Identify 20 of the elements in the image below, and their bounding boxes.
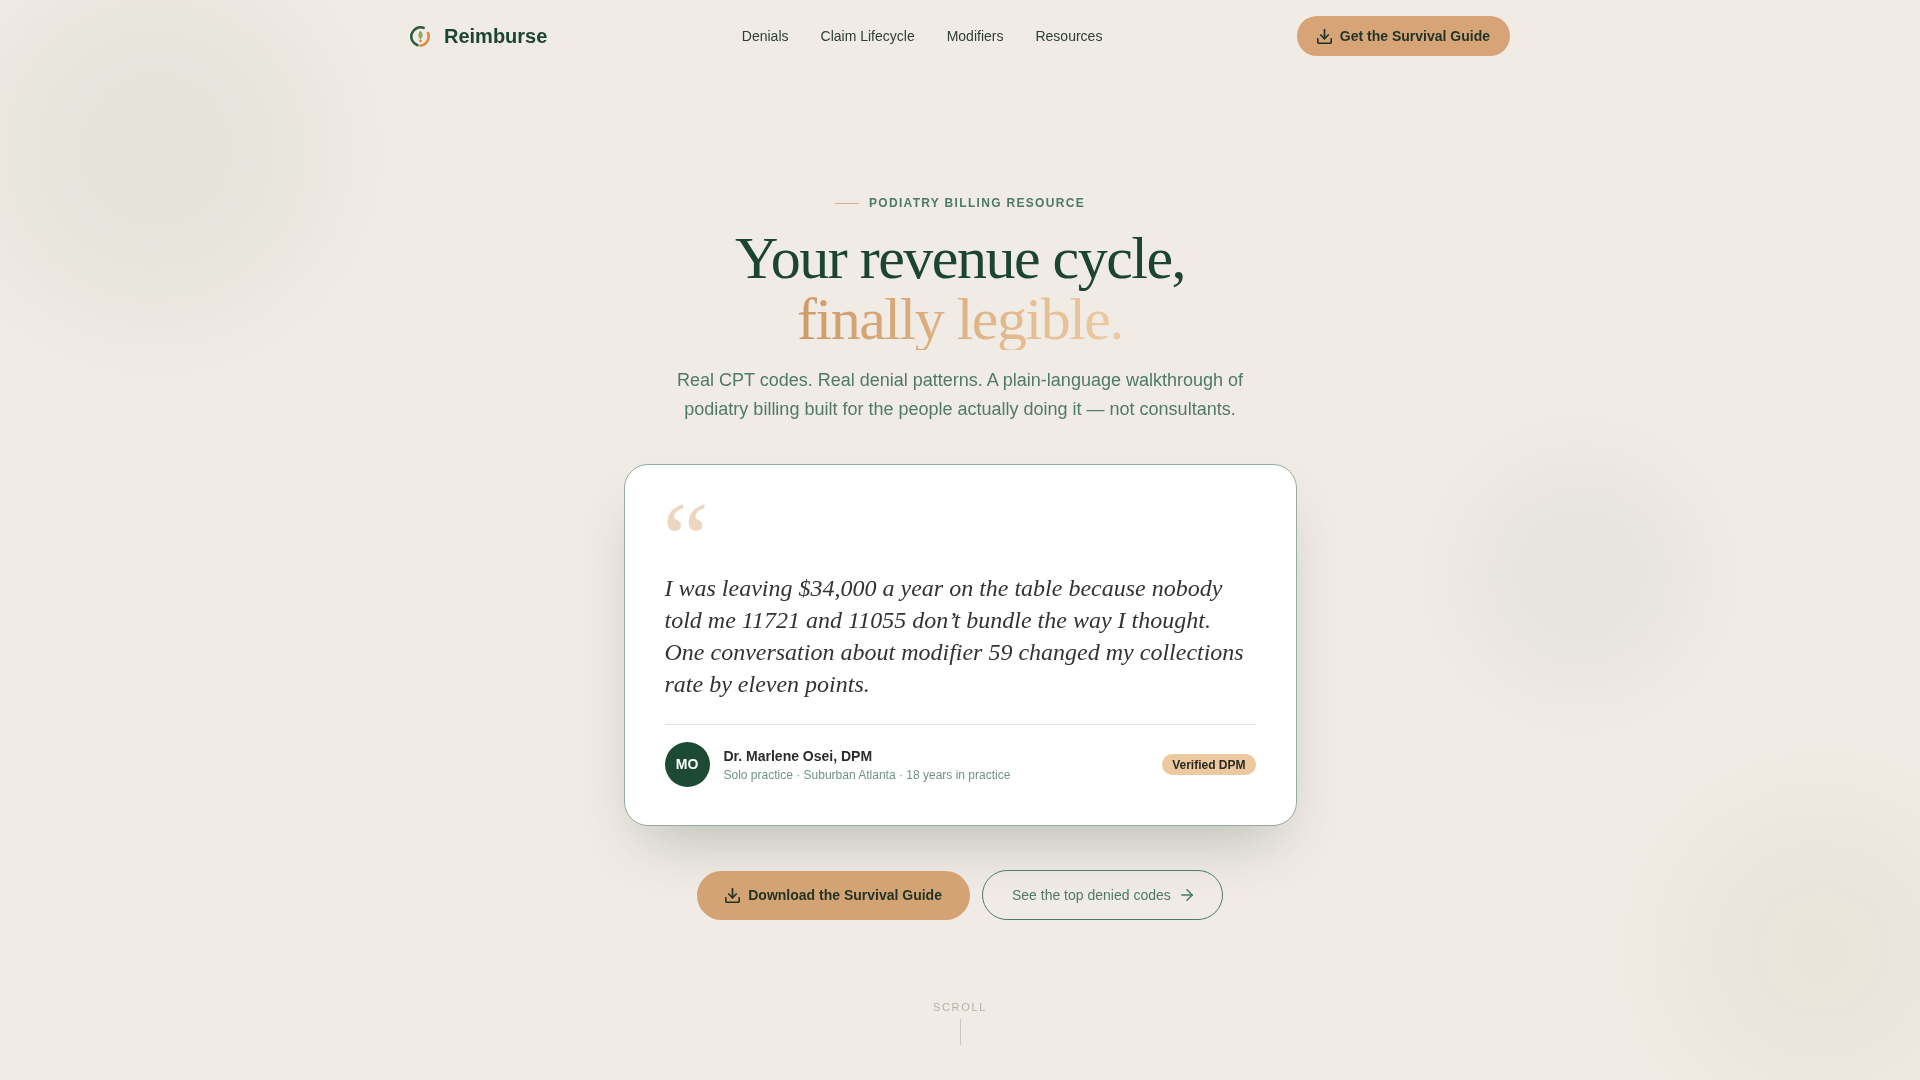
author-name: Dr. Marlene Osei, DPM [723, 746, 874, 765]
nav-link[interactable]: Modifiers [946, 25, 1004, 47]
download-icon [725, 887, 741, 903]
eyebrow-label: PODIATRY BILLING RESOURCE [868, 195, 1086, 211]
download-icon [1316, 28, 1332, 44]
brand-name[interactable]: Reimburse [444, 21, 548, 51]
logo-icon [410, 25, 431, 47]
nav-link[interactable]: Claim Lifecycle [820, 25, 915, 47]
nav-link[interactable]: Resources [1035, 25, 1103, 47]
download-button[interactable]: Download the Survival Guide [697, 870, 970, 920]
hero-subtitle: Real CPT codes. Real denial patterns. A plain-language walkthrough of podiatry billing built for the people actually doing it — not consultants. [676, 369, 1244, 421]
scroll-label: SCROLL [933, 1000, 987, 1014]
avatar: MO [664, 742, 710, 787]
arrow-right-icon [1180, 889, 1193, 901]
headline: Your revenue cycle, [734, 228, 1186, 289]
testimonial-quote: I was leaving $34,000 a year on the table because nobody told me 11721 and 11055 don’t bundle the way I thought. One conversation about modifier 59 changed my collections rate by eleven points. [664, 574, 1245, 699]
verified-badge: Verified DPM [1162, 754, 1256, 775]
cta-button[interactable]: Get the Survival Guide [1296, 16, 1510, 56]
nav-link[interactable]: Denials [741, 25, 789, 47]
author-details: Solo practice · Suburban Atlanta · 18 years in practice [723, 766, 1011, 783]
